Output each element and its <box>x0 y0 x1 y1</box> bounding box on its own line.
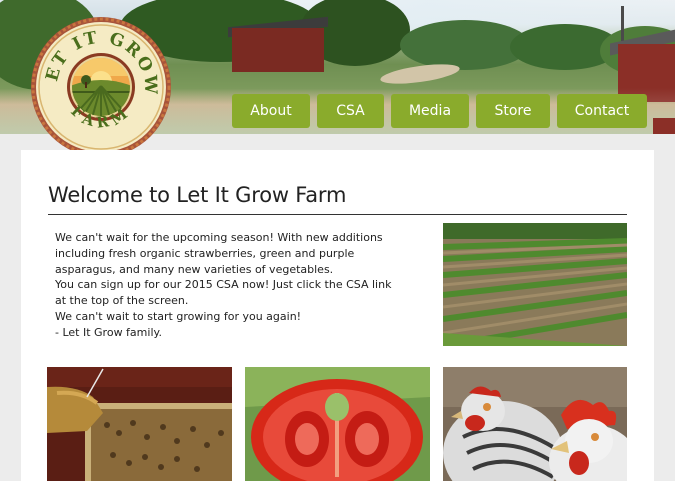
farm-logo[interactable]: LET IT GROW FARM <box>23 1 172 158</box>
signature: - Let It Grow family. <box>55 325 162 339</box>
dirt-path <box>379 60 461 88</box>
farm-field-photo-icon[interactable] <box>443 223 627 346</box>
nav-store[interactable]: Store <box>476 94 550 128</box>
barn <box>232 28 324 72</box>
banner-edge <box>653 118 675 134</box>
intro-paragraph: You can sign up for our 2015 CSA now! Ju… <box>55 278 392 308</box>
beehive-frame-photo-icon[interactable] <box>47 367 232 481</box>
tomato-photo-icon[interactable] <box>245 367 430 481</box>
title-divider <box>48 214 627 215</box>
main-content: Welcome to Let It Grow Farm We can't wai… <box>21 150 654 481</box>
intro-paragraph: We can't wait to start growing for you a… <box>55 309 302 323</box>
chickens-photo-icon[interactable] <box>443 367 627 481</box>
intro-text: We can't wait for the upcoming season! W… <box>55 230 405 341</box>
page-title: Welcome to Let It Grow Farm <box>48 183 347 207</box>
nav-about[interactable]: About <box>232 94 310 128</box>
nav-media[interactable]: Media <box>391 94 469 128</box>
nav-csa[interactable]: CSA <box>317 94 384 128</box>
logo-seal-icon: LET IT GROW FARM <box>23 1 171 157</box>
nav-contact[interactable]: Contact <box>557 94 647 128</box>
intro-paragraph: We can't wait for the upcoming season! W… <box>55 231 383 276</box>
main-nav: About CSA Media Store Contact <box>0 94 675 128</box>
